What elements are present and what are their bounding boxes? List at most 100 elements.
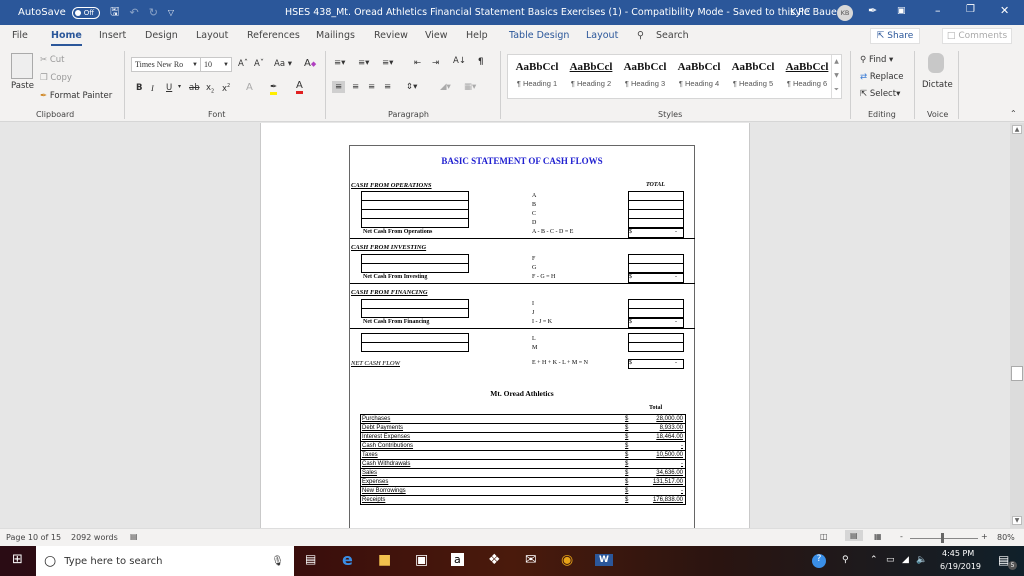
customize-toolbar-icon[interactable]: ▽ bbox=[168, 8, 174, 17]
change-case-button[interactable]: Aa ▾ bbox=[274, 59, 292, 69]
scroll-down-button[interactable]: ▼ bbox=[1012, 516, 1022, 525]
page-count[interactable]: Page 10 of 15 bbox=[6, 533, 61, 542]
justify-icon[interactable]: ≡ bbox=[384, 82, 391, 92]
vertical-scrollbar[interactable]: ▲ ▼ bbox=[1010, 123, 1024, 528]
strikethrough-button[interactable]: ab bbox=[189, 83, 200, 93]
font-name-select[interactable]: Times New Ro ▼ bbox=[131, 57, 201, 72]
dropbox-icon[interactable]: ❖ bbox=[488, 552, 501, 568]
clock-date[interactable]: 6/19/2019 bbox=[940, 562, 981, 571]
font-size-select[interactable]: 10 ▼ bbox=[200, 57, 232, 72]
collapse-ribbon-icon[interactable]: ⌃ bbox=[1010, 109, 1017, 118]
styles-scroll[interactable]: ▲ ▼ ⏷ bbox=[831, 55, 841, 98]
restore-button[interactable]: ❐ bbox=[966, 4, 975, 15]
web-layout-icon[interactable]: ▦ bbox=[874, 532, 882, 541]
taskbar-search[interactable]: ○ Type here to search 🎙 bbox=[36, 546, 294, 576]
tab-view[interactable]: View bbox=[425, 30, 448, 41]
search-box[interactable]: Search bbox=[656, 30, 689, 41]
bold-button[interactable]: B bbox=[136, 83, 142, 93]
amazon-icon[interactable]: a bbox=[451, 553, 464, 566]
tab-design[interactable]: Design bbox=[145, 30, 178, 41]
align-right-icon[interactable]: ≡ bbox=[368, 82, 375, 92]
battery-icon[interactable]: ▭ bbox=[886, 555, 895, 565]
print-layout-icon[interactable]: ▤ bbox=[845, 530, 863, 541]
cut-button[interactable]: ✂ Cut bbox=[40, 55, 64, 65]
increase-indent-icon[interactable]: ⇥ bbox=[432, 58, 439, 68]
clear-formatting-icon[interactable]: A◆ bbox=[304, 58, 316, 69]
file-explorer-icon[interactable]: ■ bbox=[378, 552, 391, 568]
volume-icon[interactable]: 🔈 bbox=[916, 555, 927, 565]
taskbar-search-input[interactable]: Type here to search bbox=[64, 556, 162, 567]
pen-icon[interactable]: ✒ bbox=[868, 4, 877, 17]
underline-button[interactable]: U bbox=[166, 83, 172, 93]
numbering-icon[interactable]: ≡▾ bbox=[358, 58, 369, 68]
search-icon[interactable]: ⚲ bbox=[637, 30, 644, 41]
dictate-button[interactable]: Dictate bbox=[922, 80, 953, 90]
tab-insert[interactable]: Insert bbox=[99, 30, 126, 41]
tab-mailings[interactable]: Mailings bbox=[316, 30, 355, 41]
tab-table-layout[interactable]: Layout bbox=[586, 30, 618, 41]
other-total-m[interactable] bbox=[628, 342, 684, 352]
subscript-button[interactable]: x2 bbox=[206, 83, 214, 95]
financing-total-j[interactable] bbox=[628, 308, 684, 318]
tab-layout[interactable]: Layout bbox=[196, 30, 228, 41]
mail-icon[interactable]: ✉ bbox=[525, 552, 537, 568]
italic-button[interactable]: I bbox=[151, 83, 154, 93]
shading-icon[interactable]: ◢▾ bbox=[440, 82, 451, 92]
style-heading-3[interactable]: AaBbCcl ¶ Heading 3 bbox=[618, 61, 672, 88]
share-button[interactable]: ⇱ Share bbox=[870, 28, 920, 44]
save-icon[interactable]: 🖫 bbox=[110, 3, 119, 22]
style-heading-5[interactable]: AaBbCcl ¶ Heading 5 bbox=[726, 61, 780, 88]
zoom-out-button[interactable]: - bbox=[900, 532, 903, 541]
microphone-icon[interactable] bbox=[928, 53, 944, 73]
data-row[interactable]: Receipts $176,838.00 bbox=[360, 495, 686, 505]
copy-button[interactable]: ❐ Copy bbox=[40, 73, 72, 83]
align-center-icon[interactable]: ≡ bbox=[352, 82, 359, 92]
style-heading-4[interactable]: AaBbCcl ¶ Heading 4 bbox=[672, 61, 726, 88]
scroll-up-button[interactable]: ▲ bbox=[1012, 125, 1022, 134]
operations-total-d[interactable] bbox=[628, 218, 684, 228]
store-icon[interactable]: ▣ bbox=[415, 552, 428, 568]
zoom-slider-thumb[interactable] bbox=[940, 533, 944, 543]
undo-icon[interactable]: ↶ bbox=[129, 6, 138, 19]
borders-icon[interactable]: ▦▾ bbox=[464, 82, 476, 92]
zoom-slider[interactable] bbox=[910, 538, 978, 539]
minimize-button[interactable]: – bbox=[935, 4, 941, 17]
find-button[interactable]: ⚲ Find ▾ bbox=[860, 55, 893, 65]
tray-expand-icon[interactable]: ⌃ bbox=[870, 555, 878, 565]
pilcrow-icon[interactable]: ¶ bbox=[478, 57, 483, 67]
highlight-color-icon[interactable]: ✒ bbox=[270, 82, 278, 95]
clock-time[interactable]: 4:45 PM bbox=[942, 549, 974, 558]
wifi-icon[interactable]: ◢ bbox=[902, 555, 909, 565]
superscript-button[interactable]: x2 bbox=[222, 83, 230, 94]
format-painter-button[interactable]: ✒ Format Painter bbox=[40, 91, 112, 101]
style-heading-6[interactable]: AaBbCcl ¶ Heading 6 bbox=[780, 61, 834, 88]
investing-total-g[interactable] bbox=[628, 263, 684, 273]
shrink-font-icon[interactable]: Aˇ bbox=[254, 59, 264, 69]
tab-references[interactable]: References bbox=[247, 30, 300, 41]
zoom-in-button[interactable]: + bbox=[981, 532, 988, 541]
decrease-indent-icon[interactable]: ⇤ bbox=[414, 58, 421, 68]
word-icon[interactable]: W bbox=[595, 554, 613, 566]
proofing-icon[interactable]: ▤ bbox=[130, 532, 138, 541]
paste-icon[interactable] bbox=[11, 53, 33, 79]
investing-input-g[interactable] bbox=[361, 263, 469, 273]
windows-start-icon[interactable]: ⊞ bbox=[12, 552, 23, 567]
user-name[interactable]: Kyle Bauer bbox=[790, 7, 841, 18]
sort-icon[interactable]: A↓ bbox=[453, 56, 466, 66]
multilevel-list-icon[interactable]: ≡▾ bbox=[382, 58, 393, 68]
tab-table-design[interactable]: Table Design bbox=[509, 30, 569, 41]
avatar[interactable]: KB bbox=[837, 5, 853, 21]
chrome-icon[interactable]: ◉ bbox=[561, 552, 573, 568]
financing-input-j[interactable] bbox=[361, 308, 469, 318]
grow-font-icon[interactable]: Aˆ bbox=[238, 59, 248, 69]
comments-button[interactable]: □ Comments bbox=[942, 28, 1012, 44]
font-color-icon[interactable]: A bbox=[296, 81, 303, 94]
style-heading-2[interactable]: AaBbCcl ¶ Heading 2 bbox=[564, 61, 618, 88]
microphone-icon[interactable]: 🎙 bbox=[271, 556, 284, 567]
tab-review[interactable]: Review bbox=[374, 30, 408, 41]
align-left-icon[interactable]: ≡ bbox=[332, 81, 346, 93]
zoom-level[interactable]: 80% bbox=[997, 533, 1015, 542]
task-view-icon[interactable]: ▤ bbox=[305, 552, 316, 566]
operations-input-d[interactable] bbox=[361, 218, 469, 228]
line-spacing-icon[interactable]: ⇕▾ bbox=[406, 82, 417, 92]
